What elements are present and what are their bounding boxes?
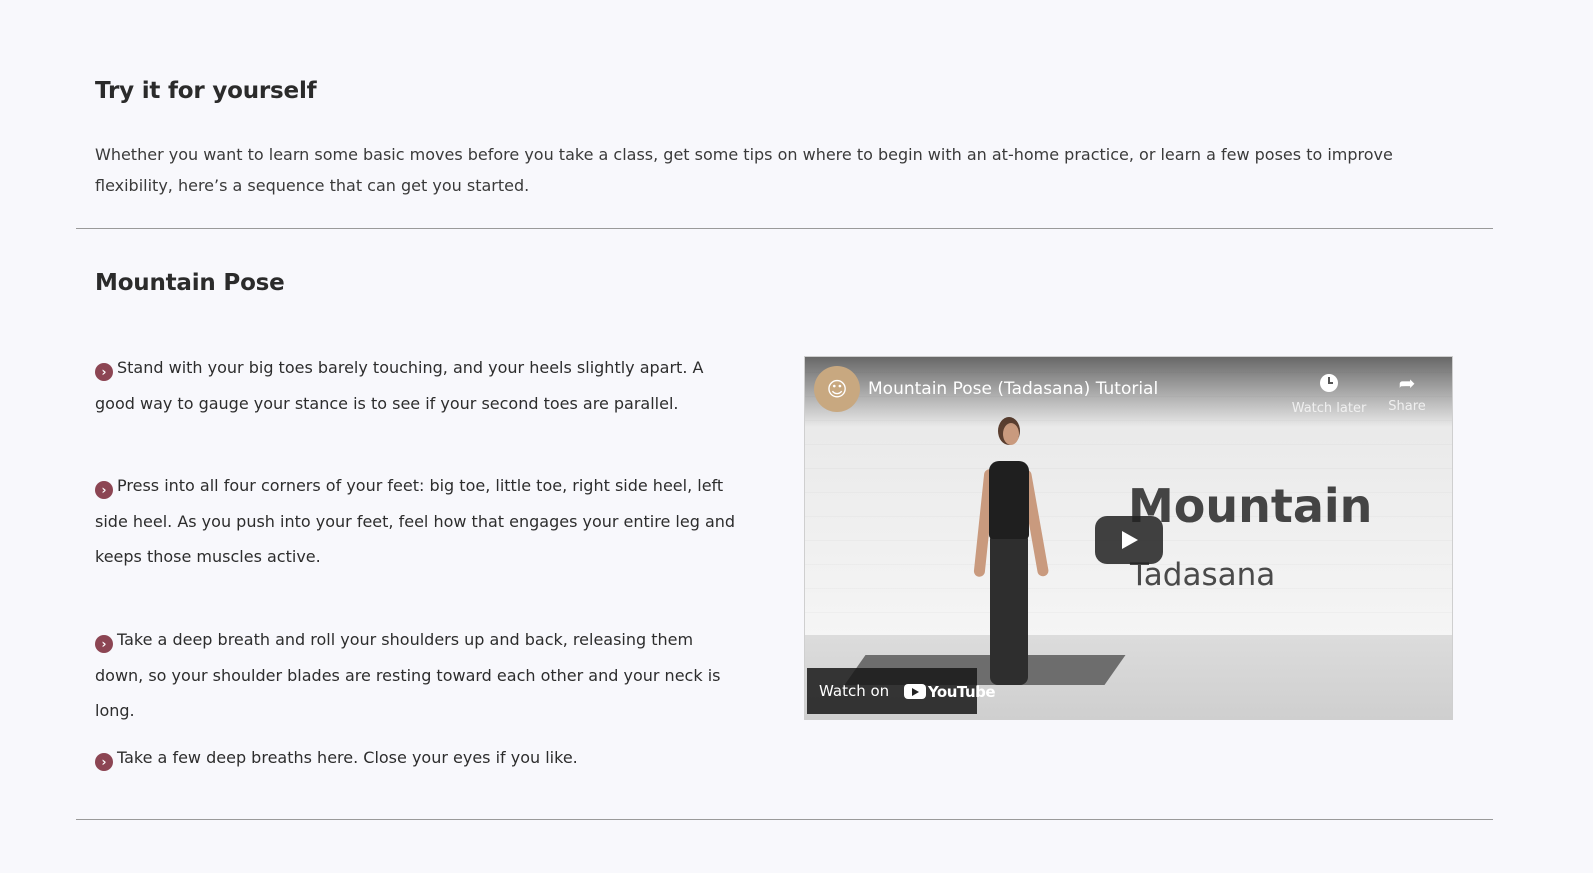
video-embed[interactable]: Mountain Tadasana ☺ Mountain Pose (Tadas… [804, 356, 1453, 720]
video-title-link[interactable]: Mountain Pose (Tadasana) Tutorial [868, 379, 1158, 399]
chevron-right-circle-icon: › [95, 635, 113, 653]
share-button[interactable]: ➦ Share [1362, 371, 1452, 414]
play-icon [903, 683, 926, 699]
watch-later-button[interactable]: Watch later [1284, 371, 1374, 416]
video-overlay-title: Mountain [1128, 479, 1373, 533]
share-arrow-icon: ➦ [1398, 371, 1416, 395]
pose-step: › Stand with your big toes barely touchin… [95, 350, 745, 421]
yoga-instructor-image [965, 417, 1055, 687]
chevron-right-circle-icon: › [95, 753, 113, 771]
pose-step-text: Press into all four corners of your feet… [95, 476, 736, 566]
pose-step-text: Take a deep breath and roll your shoulde… [95, 630, 721, 720]
pose-step-text: Take a few deep breaths here. Close your… [117, 748, 578, 767]
chevron-right-circle-icon: › [95, 481, 113, 499]
watch-on-label: Watch on [819, 682, 890, 700]
pose-step: › Press into all four corners of your fee… [95, 468, 745, 575]
intro-paragraph: Whether you want to learn some basic mov… [95, 145, 1393, 195]
pose-title: Mountain Pose [95, 270, 285, 296]
watch-later-label: Watch later [1291, 401, 1367, 416]
pose-step: › Take a few deep breaths here. Close you… [95, 740, 745, 776]
youtube-logo: YouTube [903, 669, 996, 715]
pose-step-text: Stand with your big toes barely touching… [95, 358, 704, 413]
share-label: Share [1388, 399, 1426, 414]
section-title: Try it for yourself [95, 78, 317, 104]
pose-step: › Take a deep breath and roll your should… [95, 622, 745, 729]
divider [76, 228, 1493, 229]
chevron-right-circle-icon: › [95, 363, 113, 381]
watch-on-youtube-button[interactable]: Watch on YouTube [807, 668, 996, 714]
platform-name: YouTube [927, 682, 996, 701]
play-button[interactable] [1095, 516, 1163, 564]
clock-icon [1320, 374, 1338, 392]
channel-avatar-icon[interactable]: ☺ [814, 366, 860, 412]
divider [76, 819, 1493, 820]
